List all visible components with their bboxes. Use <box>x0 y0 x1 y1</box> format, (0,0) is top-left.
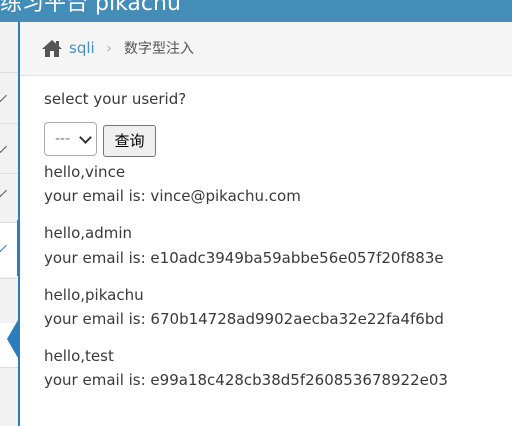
result-email: your email is: e99a18c428cb38d5f26085367… <box>44 371 448 389</box>
chevron-down-icon[interactable] <box>0 184 7 197</box>
chevron-down-icon[interactable] <box>0 140 7 153</box>
result-email: your email is: vince@pikachu.com <box>44 187 301 205</box>
query-button[interactable]: 查询 <box>103 125 156 157</box>
select-value: --- <box>55 131 71 147</box>
content-border <box>18 22 20 426</box>
chevron-down-icon <box>79 131 92 144</box>
sidebar-divider <box>0 123 18 124</box>
userid-select[interactable]: --- <box>44 122 97 156</box>
breadcrumb-current: 数字型注入 <box>124 41 194 57</box>
breadcrumb-separator: › <box>106 39 112 57</box>
sidebar-divider <box>0 278 18 279</box>
result-email: your email is: 670b14728ad9902aecba32e22… <box>44 310 444 328</box>
chevron-down-icon[interactable] <box>0 89 7 102</box>
breadcrumb-link-sqli[interactable]: sqli <box>69 38 95 58</box>
sidebar-divider <box>0 72 18 73</box>
result-hello: hello,vince <box>44 163 126 181</box>
result-hello: hello,pikachu <box>44 286 144 304</box>
sidebar <box>0 22 19 426</box>
app-title: 练习平台 pikachu <box>0 0 181 16</box>
navbar: 练习平台 pikachu <box>0 0 512 22</box>
result-hello: hello,test <box>44 347 114 365</box>
collapse-arrow-icon[interactable] <box>7 320 18 358</box>
home-icon[interactable] <box>41 39 63 58</box>
sidebar-item-sqli[interactable] <box>0 223 18 277</box>
breadcrumb: sqli › 数字型注入 <box>20 22 512 76</box>
sidebar-divider <box>0 173 18 174</box>
userid-prompt: select your userid? <box>44 90 187 108</box>
result-email: your email is: e10adc3949ba59abbe56e057f… <box>44 249 444 267</box>
result-hello: hello,admin <box>44 224 133 242</box>
